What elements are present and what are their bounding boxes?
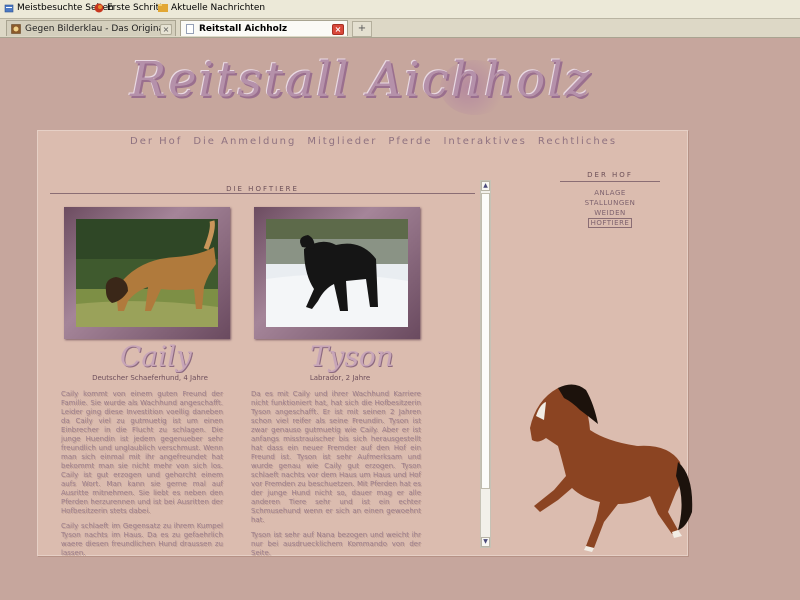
sidebar-item-anlage[interactable]: ANLAGE [560,188,660,198]
section-title: DIE HOFTIERE [226,185,299,193]
tyson-photo-frame [254,207,420,339]
firefox-icon [94,3,104,13]
caily-bio: Caily kommt von einem guten Freund der F… [61,390,223,564]
section-divider [50,193,475,194]
tab-bilderklau[interactable]: Gegen Bilderklau - Das Original | Bewer.… [6,20,176,36]
nav-item-interaktives[interactable]: Interaktives [443,136,526,147]
bio-paragraph: Da es mit Caily und ihrer Wachhund Karri… [251,390,421,524]
caily-name: Caily [120,340,192,373]
tab-label: Reitstall Aichholz [199,23,288,34]
sidebar-item-hoftiere[interactable]: HOFTIERE [587,218,633,228]
nav-item-rechtliches[interactable]: Rechtliches [538,136,617,147]
bookmark-news[interactable]: Aktuelle Nachrichten [158,3,265,13]
caily-photo-frame [64,207,230,339]
bio-paragraph: Caily kommt von einem guten Freund der F… [61,390,223,515]
close-tab-icon[interactable]: × [160,24,172,35]
content-scrollbar[interactable]: ▲ ▼ [480,180,491,548]
tab-bar: Gegen Bilderklau - Das Original | Bewer.… [0,19,800,38]
nav-item-anmeldung[interactable]: Die Anmeldung [193,136,296,147]
site-logo[interactable]: Reitstall Aichholz [130,52,592,108]
page-icon [185,23,195,34]
caily-breed: Deutscher Schaeferhund, 4 Jahre [92,374,208,382]
site-favicon-icon [11,23,21,34]
tyson-bio: Da es mit Caily und ihrer Wachhund Karri… [251,390,421,564]
caily-photo [76,219,218,327]
scroll-down-icon[interactable]: ▼ [481,537,490,547]
bookmarks-toolbar: Meistbesuchte Seiten Erste Schritte Aktu… [0,0,800,19]
tab-label: Gegen Bilderklau - Das Original | Bewer.… [25,23,175,34]
sidebar-title: DER HOF [587,171,633,179]
bookmark-folder-icon [4,3,14,13]
nav-item-der-hof[interactable]: Der Hof [130,136,182,147]
tyson-breed: Labrador, 2 Jahre [309,374,371,382]
close-tab-icon[interactable]: × [332,24,344,35]
bio-paragraph: Tyson ist sehr auf Nana bezogen und weic… [251,531,421,557]
rss-feed-icon [158,3,168,13]
main-nav: Der Hof Die Anmeldung Mitglieder Pferde … [130,136,617,147]
tyson-photo [266,219,408,327]
nav-item-mitglieder[interactable]: Mitglieder [307,136,377,147]
tab-reitstall[interactable]: Reitstall Aichholz × [180,20,348,36]
nav-item-pferde[interactable]: Pferde [388,136,432,147]
scroll-thumb[interactable] [481,193,490,489]
sidebar-divider [560,181,660,182]
galloping-horse-image [518,380,698,552]
bookmark-label: Aktuelle Nachrichten [171,3,266,13]
sidebar-item-stallungen[interactable]: STALLUNGEN [560,198,660,208]
tyson-name: Tyson [310,340,394,373]
scroll-up-icon[interactable]: ▲ [481,181,490,191]
new-tab-button[interactable]: + [352,21,372,37]
sidebar-menu: ANLAGE STALLUNGEN WEIDEN HOFTIERE [560,188,660,228]
sidebar-item-weiden[interactable]: WEIDEN [560,208,660,218]
bio-paragraph: Caily schlaeft im Gegensatz zu ihrem Kum… [61,522,223,557]
